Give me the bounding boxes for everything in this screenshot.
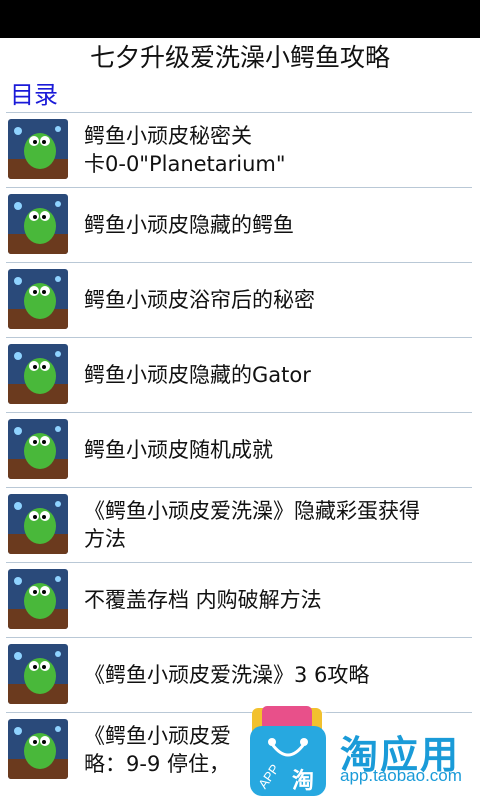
list-item-title: 鳄鱼小顽皮隐藏的Gator [84,363,311,387]
list-item-title: 鳄鱼小顽皮秘密关 卡0-0"Planetarium" [84,124,286,176]
list-item[interactable]: 鳄鱼小顽皮浴帘后的秘密 [6,262,472,337]
status-bar [0,0,480,38]
croc-thumbnail-icon [8,119,68,179]
list-item-title: 鳄鱼小顽皮隐藏的鳄鱼 [84,213,294,237]
croc-thumbnail-icon [8,719,68,779]
list-item[interactable]: 鳄鱼小顽皮随机成就 [6,412,472,487]
croc-thumbnail-icon [8,194,68,254]
list-item-title: 鳄鱼小顽皮浴帘后的秘密 [84,288,315,312]
list-item[interactable]: 鳄鱼小顽皮秘密关 卡0-0"Planetarium" [6,112,472,187]
section-label: 目录 [10,81,58,109]
page-title: 七夕升级爱洗澡小鳄鱼攻略 [89,43,390,72]
croc-thumbnail-icon [8,344,68,404]
list-item[interactable]: 鳄鱼小顽皮隐藏的鳄鱼 [6,187,472,262]
list-item[interactable]: 《鳄鱼小顽皮爱洗澡》3 6攻略 [6,637,472,712]
list-item[interactable]: 鳄鱼小顽皮隐藏的Gator [6,337,472,412]
list-item-title: 《鳄鱼小顽皮爱洗澡》3 6攻略 [84,663,370,687]
croc-thumbnail-icon [8,494,68,554]
article-list: 鳄鱼小顽皮秘密关 卡0-0"Planetarium" 鳄鱼小顽皮隐藏的鳄鱼 鳄鱼小… [6,112,472,787]
list-item-title: 《鳄鱼小顽皮爱洗澡》隐藏彩蛋获得 方法 [84,499,420,551]
croc-thumbnail-icon [8,419,68,479]
list-item[interactable]: 不覆盖存档 内购破解方法 [6,562,472,637]
list-item-title: 鳄鱼小顽皮随机成就 [84,438,273,462]
croc-thumbnail-icon [8,269,68,329]
svg-text:淘: 淘 [292,768,314,794]
taobao-app-badge[interactable]: APP 淘 淘应用 app.taobao.com [240,704,480,800]
croc-thumbnail-icon [8,644,68,704]
shopping-bag-icon: APP 淘 [246,706,332,796]
badge-url: app.taobao.com [340,766,462,785]
croc-thumbnail-icon [8,569,68,629]
list-item[interactable]: 《鳄鱼小顽皮爱洗澡》隐藏彩蛋获得 方法 [6,487,472,562]
list-item-title: 不覆盖存档 内购破解方法 [84,588,322,612]
